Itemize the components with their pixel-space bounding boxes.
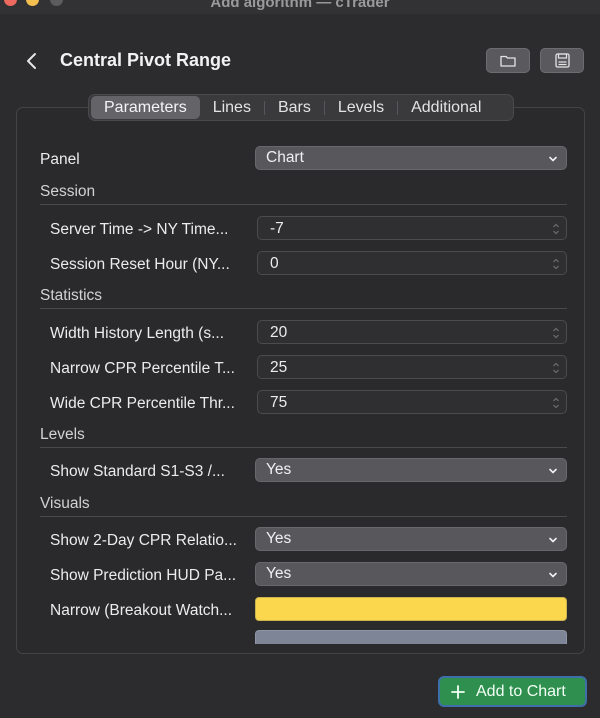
stepper-icon[interactable] xyxy=(552,326,560,340)
param-row: Width History Length (s... 20 xyxy=(17,319,584,349)
tab-bars[interactable]: Bars xyxy=(265,96,324,119)
chevron-down-icon xyxy=(549,156,557,162)
chevron-down-icon xyxy=(549,537,557,543)
param-row: Show Standard S1-S3 /... Yes xyxy=(17,457,584,487)
width-history-length-input[interactable]: 20 xyxy=(257,320,567,344)
open-folder-button[interactable] xyxy=(486,48,530,73)
narrow-cpr-percentile-input[interactable]: 25 xyxy=(257,355,567,379)
select-value: Yes xyxy=(266,461,292,478)
section-divider xyxy=(40,308,567,309)
param-label: Wide CPR Percentile Thr... xyxy=(50,395,235,412)
param-row: Show 2-Day CPR Relatio... Yes xyxy=(17,526,584,556)
show-prediction-hud-select[interactable]: Yes xyxy=(255,562,567,586)
param-label: Session Reset Hour (NY... xyxy=(50,256,230,273)
param-row: Narrow CPR Percentile T... 25 xyxy=(17,354,584,384)
show-2day-cpr-select[interactable]: Yes xyxy=(255,527,567,551)
folder-icon xyxy=(500,55,516,67)
window-title: Add algorithm — cTrader xyxy=(210,0,390,11)
wide-cpr-percentile-input[interactable]: 75 xyxy=(257,390,567,414)
param-row-panel: Panel Chart xyxy=(17,145,584,175)
parameters-panel: Panel Chart Session Server Time -> NY Ti… xyxy=(16,107,585,654)
stepper-icon[interactable] xyxy=(552,396,560,410)
section-title-statistics: Statistics xyxy=(40,287,103,304)
page-title: Central Pivot Range xyxy=(60,50,232,70)
tab-levels[interactable]: Levels xyxy=(325,96,397,119)
section-title-visuals: Visuals xyxy=(40,495,90,512)
section-title-session: Session xyxy=(40,183,96,200)
narrow-color-picker[interactable] xyxy=(255,597,567,621)
panel-select[interactable]: Chart xyxy=(255,146,567,170)
show-standard-levels-select[interactable]: Yes xyxy=(255,458,567,482)
param-label: Show 2-Day CPR Relatio... xyxy=(50,532,237,549)
param-label: Server Time -> NY Time... xyxy=(50,221,229,238)
chevron-down-icon xyxy=(549,468,557,474)
param-label: Narrow CPR Percentile T... xyxy=(50,360,235,377)
param-row: Wide CPR Percentile Thr... 75 xyxy=(17,389,584,419)
stepper-icon[interactable] xyxy=(552,222,560,236)
param-row: Session Reset Hour (NY... 0 xyxy=(17,250,584,280)
param-label: Show Prediction HUD Pa... xyxy=(50,567,237,584)
section-divider xyxy=(40,204,567,205)
save-icon xyxy=(554,53,570,68)
stepper-icon[interactable] xyxy=(552,257,560,271)
section-divider xyxy=(40,447,567,448)
input-value: -7 xyxy=(270,220,284,237)
stepper-icon[interactable] xyxy=(552,361,560,375)
plus-icon xyxy=(451,684,465,699)
input-value: 0 xyxy=(270,255,279,272)
select-value: Yes xyxy=(266,530,292,547)
param-row: Narrow (Breakout Watch... xyxy=(17,596,584,626)
input-value: 25 xyxy=(270,359,288,376)
add-to-chart-label: Add to Chart xyxy=(476,682,566,700)
save-button[interactable] xyxy=(540,48,584,73)
param-label: Panel xyxy=(40,151,80,168)
section-divider xyxy=(40,516,567,517)
select-value: Yes xyxy=(266,565,292,582)
server-time-offset-input[interactable]: -7 xyxy=(257,216,567,240)
param-label: Width History Length (s... xyxy=(50,325,225,342)
tab-additional[interactable]: Additional xyxy=(398,96,494,119)
param-label: Narrow (Breakout Watch... xyxy=(50,602,233,619)
app-window: Add algorithm — cTrader Central Pivot Ra… xyxy=(0,0,600,718)
header: Central Pivot Range xyxy=(0,40,600,82)
tab-lines[interactable]: Lines xyxy=(200,96,264,119)
select-value: Chart xyxy=(266,149,304,166)
param-row: Show Prediction HUD Pa... Yes xyxy=(17,561,584,591)
session-reset-hour-input[interactable]: 0 xyxy=(257,251,567,275)
tab-bar: Parameters Lines Bars Levels Additional xyxy=(88,94,514,121)
tab-parameters[interactable]: Parameters xyxy=(91,96,200,119)
param-row: Server Time -> NY Time... -7 xyxy=(17,215,584,245)
input-value: 75 xyxy=(270,394,288,411)
chevron-down-icon xyxy=(549,572,557,578)
param-label: Show Standard S1-S3 /... xyxy=(50,463,225,480)
section-title-levels: Levels xyxy=(40,426,85,443)
chevron-left-icon[interactable] xyxy=(22,50,42,72)
color-picker-partial[interactable] xyxy=(255,630,567,644)
add-to-chart-button[interactable]: Add to Chart xyxy=(438,676,587,707)
title-bar: Add algorithm — cTrader xyxy=(0,0,600,14)
input-value: 20 xyxy=(270,324,288,341)
